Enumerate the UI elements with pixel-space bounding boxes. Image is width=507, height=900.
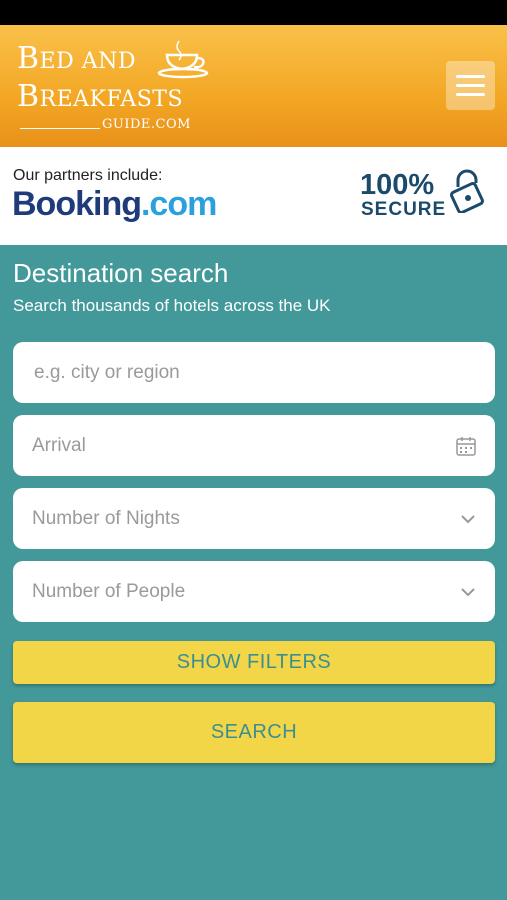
calendar-icon[interactable] — [455, 435, 477, 457]
logo-rule — [20, 128, 100, 129]
chevron-down-icon — [461, 514, 475, 523]
hamburger-icon-bar — [456, 75, 485, 78]
menu-button[interactable] — [446, 61, 495, 110]
nights-placeholder: Number of Nights — [32, 507, 180, 529]
secure-percent: 100% — [360, 169, 435, 201]
secure-badge: 100% SECURE — [360, 169, 490, 224]
partners-label: Our partners include: — [13, 167, 163, 184]
destination-input[interactable] — [32, 360, 436, 385]
booking-logo[interactable]: Booking.com — [12, 185, 217, 224]
teacup-icon — [157, 40, 209, 79]
chevron-down-icon — [461, 587, 475, 596]
destination-field[interactable] — [13, 342, 495, 403]
people-placeholder: Number of People — [32, 580, 186, 602]
people-select[interactable]: Number of People — [13, 561, 495, 622]
show-filters-button[interactable]: SHOW FILTERS — [13, 641, 495, 684]
logo-line3: GUIDE.COM — [102, 117, 191, 132]
search-button[interactable]: SEARCH — [13, 702, 495, 763]
site-header: BED AND BREAKFASTS GUIDE.COM — [0, 25, 507, 147]
hamburger-icon-bar — [456, 84, 485, 87]
arrival-field[interactable]: Arrival — [13, 415, 495, 476]
search-subtitle: Search thousands of hotels across the UK — [13, 296, 331, 315]
hamburger-icon-bar — [456, 93, 485, 96]
secure-text: SECURE — [361, 199, 447, 220]
nights-select[interactable]: Number of Nights — [13, 488, 495, 549]
padlock-icon — [450, 169, 484, 213]
arrival-placeholder: Arrival — [32, 434, 86, 456]
logo-line2: BREAKFASTS — [17, 79, 184, 114]
search-title: Destination search — [13, 258, 229, 288]
logo-line1: BED AND — [17, 41, 137, 76]
status-bar — [0, 0, 507, 25]
partners-bar: Our partners include: Booking.com 100% S… — [0, 147, 507, 245]
site-logo[interactable]: BED AND BREAKFASTS GUIDE.COM — [17, 37, 217, 137]
